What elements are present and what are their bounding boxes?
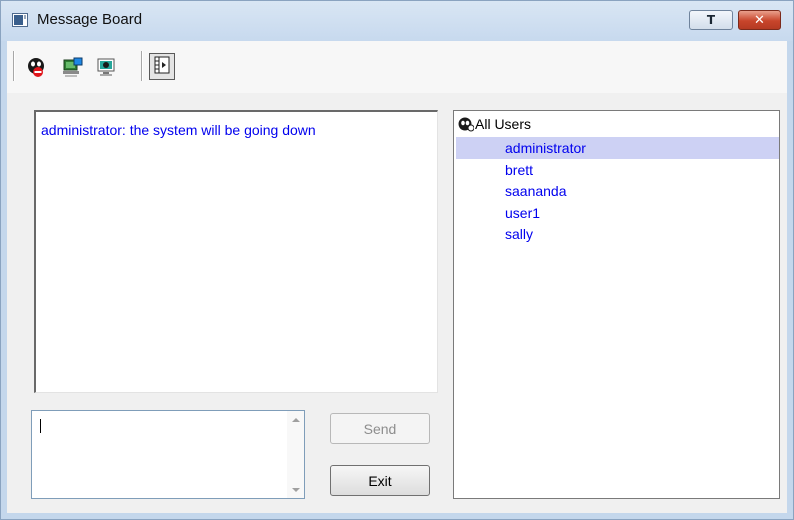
text-caret xyxy=(40,419,41,433)
close-button[interactable]: ✕ xyxy=(738,10,781,30)
user-list-item[interactable]: sally xyxy=(456,223,779,245)
do-not-disturb-icon[interactable] xyxy=(25,56,47,78)
minimize-button[interactable]: T xyxy=(689,10,733,30)
message-board-window: Message Board T ✕ administrator: the sys… xyxy=(0,0,794,520)
user-list-item[interactable]: administrator xyxy=(456,137,779,159)
panel-toggle-button[interactable] xyxy=(149,53,175,80)
message-input[interactable] xyxy=(31,410,305,499)
users-group-icon xyxy=(458,116,474,132)
window-title: Message Board xyxy=(37,11,143,28)
message-history[interactable]: administrator: the system will be going … xyxy=(34,110,438,393)
all-users-label: All Users xyxy=(475,116,532,132)
panel-toggle-icon xyxy=(154,56,170,77)
app-window-icon xyxy=(12,13,28,27)
send-button[interactable]: Send xyxy=(330,413,430,444)
user-list-item[interactable]: saananda xyxy=(456,180,779,202)
title-bar[interactable]: Message Board T ✕ xyxy=(1,1,793,41)
exit-button[interactable]: Exit xyxy=(330,465,430,496)
input-scrollbar[interactable] xyxy=(287,411,304,498)
user-list-item[interactable]: user1 xyxy=(456,202,779,224)
user-list[interactable]: All Users administrator brett saananda u… xyxy=(453,110,780,499)
scroll-up-arrow-icon[interactable] xyxy=(287,411,304,428)
toolbar-separator xyxy=(141,51,143,81)
user-list-item[interactable]: brett xyxy=(456,159,779,181)
message-line: administrator: the system will be going … xyxy=(41,122,316,138)
client-area: administrator: the system will be going … xyxy=(7,93,787,513)
toolbar-separator xyxy=(13,51,15,81)
scroll-down-arrow-icon[interactable] xyxy=(287,481,304,498)
user-computer-icon[interactable] xyxy=(95,56,117,78)
broadcast-computer-icon[interactable] xyxy=(62,56,84,78)
toolbar xyxy=(7,41,787,93)
all-users-node[interactable]: All Users xyxy=(458,115,531,133)
